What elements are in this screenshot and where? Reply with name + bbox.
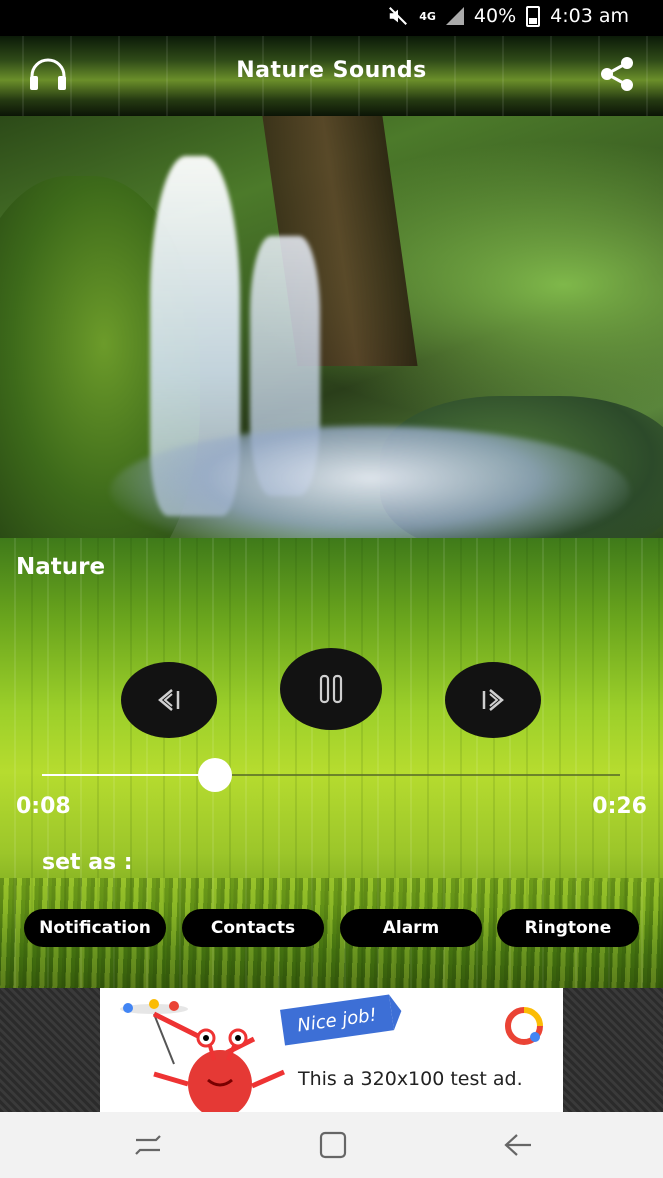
battery-icon <box>526 5 541 27</box>
app-bar: Nature Sounds <box>0 36 663 116</box>
mute-icon <box>389 7 408 25</box>
track-title: Nature <box>16 554 106 580</box>
ad-monster-icon <box>120 999 286 1112</box>
pause-button[interactable] <box>280 648 382 730</box>
next-button[interactable] <box>445 662 541 738</box>
waterfall-image <box>0 116 663 538</box>
home-icon[interactable] <box>312 1130 352 1160</box>
app-title: Nature Sounds <box>236 58 427 83</box>
ad-text: This a 320x100 test ad. <box>298 1068 523 1090</box>
next-icon <box>482 689 504 711</box>
ad-banner-area: Nice job! This a 320x100 test ad. <box>0 988 663 1112</box>
set-ringtone-button[interactable]: Ringtone <box>497 909 639 947</box>
network-type: 4G <box>419 9 436 23</box>
set-notification-button[interactable]: Notification <box>24 909 166 947</box>
status-bar: 4G 40% 4:03 am <box>0 0 663 36</box>
ad-logo-icon <box>505 1007 543 1045</box>
seek-bar[interactable] <box>42 758 620 792</box>
set-as-label: set as : <box>42 850 133 875</box>
recents-icon[interactable] <box>128 1130 168 1160</box>
share-icon[interactable] <box>595 54 639 94</box>
duration: 0:26 <box>592 794 647 819</box>
seek-progress <box>42 774 216 776</box>
pause-icon <box>319 674 343 704</box>
player-panel: Nature 0:08 0:26 set as : Notification C… <box>0 538 663 988</box>
previous-icon <box>158 689 180 711</box>
battery-percent: 40% <box>473 5 517 27</box>
signal-icon <box>445 7 464 25</box>
set-alarm-button[interactable]: Alarm <box>340 909 482 947</box>
system-nav-bar <box>0 1112 663 1178</box>
current-time: 0:08 <box>16 794 71 819</box>
previous-button[interactable] <box>121 662 217 738</box>
seek-thumb[interactable] <box>198 758 233 792</box>
status-icons: 4G 40% 4:03 am <box>387 5 629 27</box>
ad-badge: Nice job! <box>280 994 394 1046</box>
clock: 4:03 am <box>550 5 629 27</box>
ad-banner[interactable]: Nice job! This a 320x100 test ad. <box>100 988 563 1112</box>
set-contacts-button[interactable]: Contacts <box>182 909 324 947</box>
back-icon[interactable] <box>497 1130 537 1160</box>
